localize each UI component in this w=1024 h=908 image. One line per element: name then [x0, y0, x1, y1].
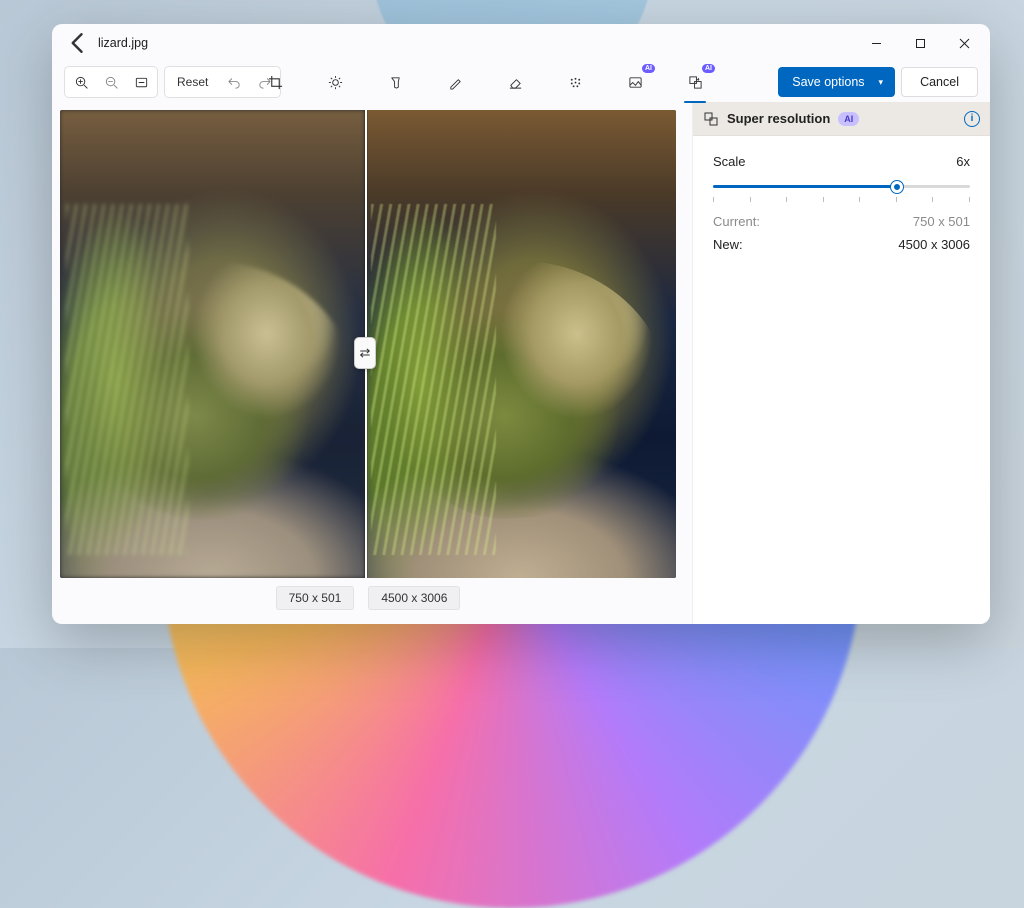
- blur-button[interactable]: [560, 67, 590, 97]
- crop-button[interactable]: [260, 67, 290, 97]
- super-resolution-icon: [703, 111, 719, 127]
- info-button[interactable]: i: [964, 111, 980, 127]
- zoom-out-icon: [104, 75, 119, 90]
- new-value: 4500 x 3006: [898, 237, 970, 252]
- ai-badge-icon: AI: [702, 64, 715, 73]
- remove-bg-button[interactable]: AI: [620, 67, 650, 97]
- super-resolution-icon: [688, 75, 703, 90]
- maximize-button[interactable]: [898, 27, 942, 59]
- zoom-in-icon: [74, 75, 89, 90]
- blur-icon: [568, 75, 583, 90]
- app-window: lizard.jpg Reset: [52, 24, 990, 624]
- editor-body: ⇄ 750 x 501 4500 x 3006 Super resolution…: [52, 102, 990, 624]
- scale-label: Scale: [713, 154, 746, 169]
- reset-button[interactable]: Reset: [167, 69, 218, 95]
- minimize-button[interactable]: [854, 27, 898, 59]
- original-dims: 750 x 501: [276, 586, 355, 610]
- file-name: lizard.jpg: [98, 36, 148, 50]
- canvas-area: ⇄ 750 x 501 4500 x 3006: [52, 102, 692, 624]
- scale-value: 6x: [956, 154, 970, 169]
- remove-bg-icon: [628, 75, 643, 90]
- ai-badge-icon: AI: [642, 64, 655, 73]
- save-options-label: Save options: [792, 75, 864, 89]
- zoom-out-button[interactable]: [97, 69, 125, 95]
- super-resolution-button[interactable]: AI: [680, 67, 710, 97]
- chevron-down-icon: ▾: [879, 77, 884, 88]
- fit-icon: [134, 75, 149, 90]
- original-image: [60, 110, 365, 578]
- pen-icon: [448, 75, 463, 90]
- undo-button[interactable]: [220, 69, 248, 95]
- maximize-icon: [915, 38, 926, 49]
- close-icon: [959, 38, 970, 49]
- markup-button[interactable]: [440, 67, 470, 97]
- compare-handle[interactable]: ⇄: [354, 337, 376, 369]
- side-panel: Super resolution AI i Scale 6x: [692, 102, 990, 624]
- erase-button[interactable]: [500, 67, 530, 97]
- zoom-in-button[interactable]: [67, 69, 95, 95]
- ai-pill: AI: [838, 112, 859, 126]
- current-label: Current:: [713, 214, 760, 229]
- arrow-left-icon: [64, 29, 92, 57]
- window-controls: [854, 27, 986, 59]
- minimize-icon: [871, 38, 882, 49]
- filter-button[interactable]: [380, 67, 410, 97]
- current-value: 750 x 501: [913, 214, 970, 229]
- fit-button[interactable]: [127, 69, 155, 95]
- editor-tools: AI AI: [260, 67, 710, 97]
- brightness-icon: [328, 75, 343, 90]
- swap-icon: ⇄: [359, 345, 370, 361]
- back-button[interactable]: [64, 29, 92, 57]
- adjust-button[interactable]: [320, 67, 350, 97]
- panel-header: Super resolution AI i: [693, 102, 990, 136]
- upscaled-dims: 4500 x 3006: [368, 586, 460, 610]
- eraser-icon: [508, 75, 523, 90]
- scale-slider[interactable]: [713, 177, 970, 202]
- crop-icon: [268, 75, 283, 90]
- panel-body: Scale 6x Current: 750 x 501 New:: [693, 136, 990, 278]
- panel-title: Super resolution: [727, 111, 830, 126]
- cancel-button[interactable]: Cancel: [901, 67, 978, 97]
- toolbar: Reset AI AI Save: [52, 62, 990, 102]
- save-options-button[interactable]: Save options ▾: [778, 67, 895, 97]
- upscaled-image: [365, 110, 676, 578]
- zoom-group: [64, 66, 158, 98]
- undo-icon: [227, 75, 242, 90]
- titlebar: lizard.jpg: [52, 24, 990, 62]
- dimension-labels: 750 x 501 4500 x 3006: [60, 578, 676, 610]
- close-button[interactable]: [942, 27, 986, 59]
- new-label: New:: [713, 237, 743, 252]
- compare-canvas[interactable]: ⇄: [60, 110, 676, 578]
- filter-icon: [388, 75, 403, 90]
